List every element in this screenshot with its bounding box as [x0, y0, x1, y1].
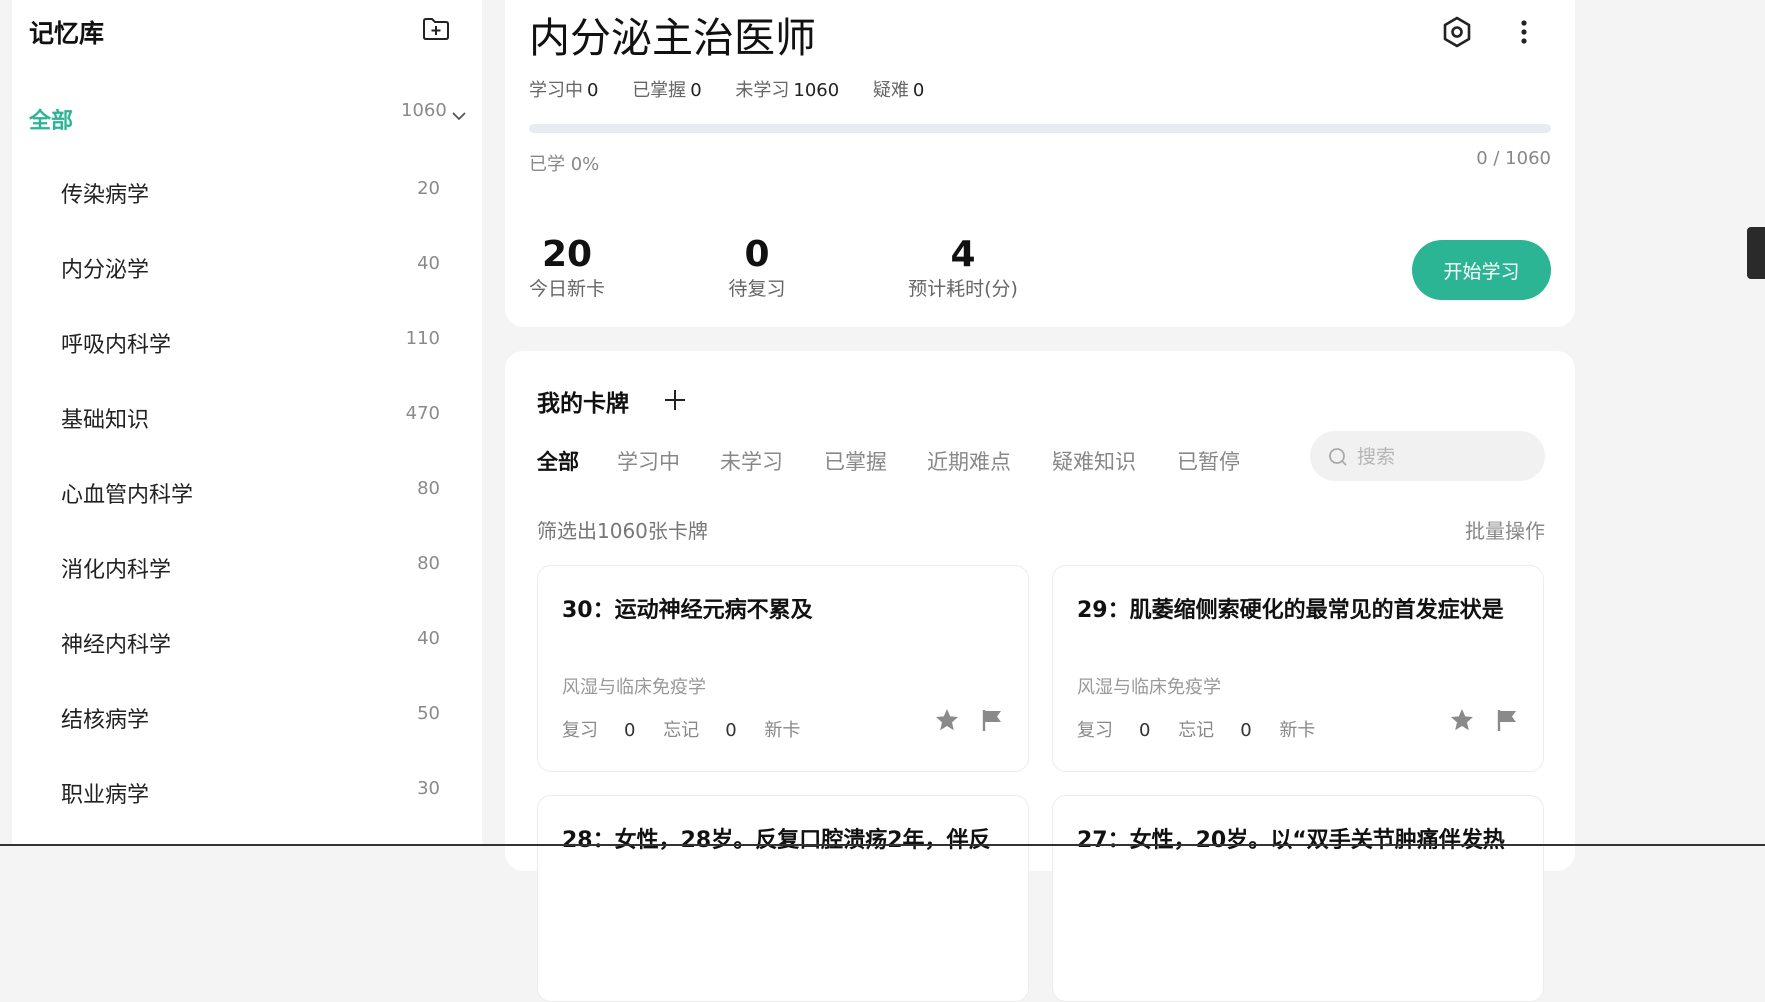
- card-review-count: 复习 0: [562, 720, 636, 741]
- add-card-button[interactable]: [660, 385, 690, 415]
- today-new-value: 20: [541, 234, 593, 275]
- sidebar-item-infectious[interactable]: 传染病学 20: [12, 161, 482, 221]
- progress-percent: 已学 0%: [529, 154, 600, 175]
- sidebar-item-label: 内分泌学: [61, 258, 150, 283]
- eye-settings-icon: [1443, 16, 1471, 48]
- sidebar-item-label: 神经内科学: [61, 633, 172, 658]
- card-status: 新卡: [764, 720, 801, 741]
- sidebar-item-gastroenterology[interactable]: 消化内科学 80: [12, 536, 482, 596]
- tab-recent-difficult[interactable]: 近期难点: [927, 446, 1011, 476]
- add-deck-button[interactable]: [421, 14, 451, 44]
- tab-mastered[interactable]: 已掌握: [824, 446, 887, 476]
- estimated-time-value: 4: [950, 234, 976, 275]
- card-meta: 复习 0 忘记 0 新卡: [1077, 716, 1337, 742]
- flag-icon[interactable]: [1494, 707, 1520, 733]
- progress-count: 0 / 1060: [1476, 148, 1551, 169]
- card-status: 新卡: [1279, 720, 1316, 741]
- sidebar-title: 记忆库: [29, 19, 105, 48]
- sidebar-item-count: 50: [417, 703, 440, 724]
- sidebar-item-occupational[interactable]: 职业病学 30: [12, 761, 482, 821]
- tab-all[interactable]: 全部: [537, 446, 579, 476]
- today-new-label: 今日新卡: [529, 278, 606, 300]
- to-review-value: 0: [744, 234, 770, 275]
- card-meta: 复习 0 忘记 0 新卡: [562, 716, 822, 742]
- tab-paused[interactable]: 已暂停: [1177, 446, 1240, 476]
- stat-learning: 学习中 0: [529, 80, 599, 101]
- card-forget-count: 忘记 0: [1178, 720, 1252, 741]
- to-review-stat: 0 待复习: [724, 233, 790, 301]
- card-item[interactable]: 27：女性，20岁。以“双手关节肿痛伴发热: [1052, 795, 1544, 1002]
- progress-bar: [529, 124, 1551, 133]
- add-deck-icon: [423, 18, 449, 40]
- card-review-count: 复习 0: [1077, 720, 1151, 741]
- tab-difficult-knowledge[interactable]: 疑难知识: [1052, 446, 1136, 476]
- stat-unlearned: 未学习 1060: [735, 80, 840, 101]
- star-icon[interactable]: [1449, 707, 1475, 733]
- filter-result-text: 筛选出1060张卡牌: [537, 519, 708, 543]
- sidebar-item-count: 40: [417, 253, 440, 274]
- sidebar-item-endocrinology[interactable]: 内分泌学 40: [12, 236, 482, 296]
- sidebar-item-tuberculosis[interactable]: 结核病学 50: [12, 686, 482, 746]
- sidebar-item-cardiology[interactable]: 心血管内科学 80: [12, 461, 482, 521]
- more-options-button[interactable]: [1504, 12, 1544, 52]
- card-item[interactable]: 29：肌萎缩侧索硬化的最常见的首发症状是 风湿与临床免疫学 复习 0 忘记 0 新卡: [1052, 565, 1544, 772]
- card-title: 27：女性，20岁。以“双手关节肿痛伴发热: [1077, 828, 1505, 853]
- card-title: 29：肌萎缩侧索硬化的最常见的首发症状是: [1077, 598, 1504, 623]
- search-box: [1310, 431, 1545, 481]
- tab-unlearned[interactable]: 未学习: [720, 446, 783, 476]
- search-icon: [1329, 448, 1347, 466]
- sidebar-item-count: 80: [417, 478, 440, 499]
- card-title: 28：女性，28岁。反复口腔溃疡2年，伴反: [562, 828, 991, 853]
- scroll-handle[interactable]: [1747, 227, 1765, 279]
- sidebar-item-count: 80: [417, 553, 440, 574]
- sidebar-item-label: 结核病学: [61, 708, 150, 733]
- deck-stats: 学习中 0 已掌握 0 未学习 1060 疑难 0: [529, 76, 952, 102]
- estimated-time-label: 预计耗时(分): [908, 278, 1018, 300]
- card-forget-count: 忘记 0: [663, 720, 737, 741]
- sidebar-item-label: 心血管内科学: [61, 483, 194, 508]
- sidebar-item-count: 470: [405, 403, 440, 424]
- sidebar-item-label: 消化内科学: [61, 558, 172, 583]
- more-vertical-icon: [1521, 20, 1527, 44]
- stat-mastered: 已掌握 0: [632, 80, 702, 101]
- sidebar-item-label: 传染病学: [61, 183, 150, 208]
- sidebar-all-count: 1060: [401, 100, 447, 121]
- view-settings-button[interactable]: [1437, 12, 1477, 52]
- sidebar: 记忆库 全部 1060 传染病学 20 内分泌学 40 呼吸内科学 110 基础…: [12, 0, 482, 846]
- sidebar-item-label: 职业病学: [61, 783, 150, 808]
- card-title: 30：运动神经元病不累及: [562, 598, 813, 623]
- plus-icon: [665, 390, 685, 410]
- sidebar-item-basics[interactable]: 基础知识 470: [12, 386, 482, 446]
- flag-icon[interactable]: [979, 707, 1005, 733]
- chevron-down-icon[interactable]: [449, 106, 469, 126]
- card-category: 风湿与临床免疫学: [1077, 677, 1221, 698]
- sidebar-item-count: 30: [417, 778, 440, 799]
- batch-operation-button[interactable]: 批量操作: [1440, 515, 1545, 544]
- sidebar-item-all[interactable]: 全部 1060: [29, 100, 469, 136]
- sidebar-item-neurology[interactable]: 神经内科学 40: [12, 611, 482, 671]
- star-icon[interactable]: [934, 707, 960, 733]
- start-study-button[interactable]: 开始学习: [1412, 240, 1551, 300]
- search-input[interactable]: [1355, 440, 1534, 474]
- today-new-stat: 20 今日新卡: [529, 233, 605, 301]
- estimated-time-stat: 4 预计耗时(分): [904, 233, 1022, 301]
- sidebar-item-label: 呼吸内科学: [61, 333, 172, 358]
- sidebar-item-respiratory[interactable]: 呼吸内科学 110: [12, 311, 482, 371]
- card-item[interactable]: 28：女性，28岁。反复口腔溃疡2年，伴反: [537, 795, 1029, 1002]
- sidebar-item-count: 110: [405, 328, 440, 349]
- deck-title: 内分泌主治医师: [529, 14, 816, 62]
- sidebar-item-count: 20: [417, 178, 440, 199]
- cards-panel-title: 我的卡牌: [537, 391, 629, 417]
- stat-difficult: 疑难 0: [872, 80, 925, 101]
- sidebar-item-label: 基础知识: [61, 408, 150, 433]
- to-review-label: 待复习: [728, 278, 786, 300]
- sidebar-item-count: 40: [417, 628, 440, 649]
- sidebar-all-label: 全部: [29, 109, 74, 134]
- card-category: 风湿与临床免疫学: [562, 677, 706, 698]
- card-item[interactable]: 30：运动神经元病不累及 风湿与临床免疫学 复习 0 忘记 0 新卡: [537, 565, 1029, 772]
- tab-learning[interactable]: 学习中: [617, 446, 680, 476]
